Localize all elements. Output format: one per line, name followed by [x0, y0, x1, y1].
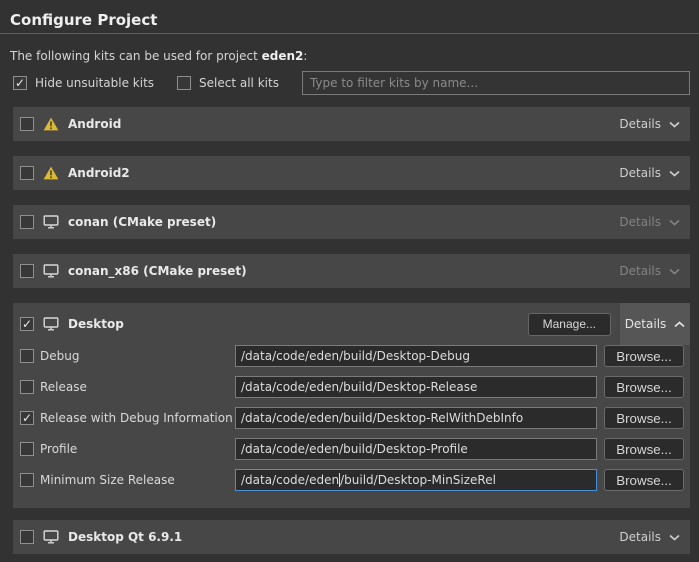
build-config-row-profile: Profile /data/code/eden/build/Desktop-Pr… [20, 438, 690, 460]
build-config-label: Release [20, 380, 235, 394]
intro-suffix: : [303, 49, 307, 63]
manage-kits-button[interactable]: Manage... [528, 313, 611, 336]
build-config-name: Release [40, 380, 87, 394]
details-label: Details [619, 166, 661, 180]
kit-filter-bar: ✓ Hide unsuitable kits Select all kits [13, 71, 690, 95]
build-config-checkbox[interactable] [20, 442, 34, 456]
build-dir-input[interactable]: /data/code/eden/build/Desktop-Debug [235, 345, 597, 367]
kit-row-android: Android Details [13, 107, 690, 141]
details-button[interactable]: Details [609, 156, 690, 190]
chevron-down-icon [669, 530, 680, 544]
details-button[interactable]: Details [609, 520, 690, 554]
details-button: Details [609, 254, 690, 288]
build-dir-input[interactable]: /data/code/eden/build/Desktop-RelWithDeb… [235, 407, 597, 429]
build-config-name: Debug [40, 349, 79, 363]
kit-checkbox[interactable] [20, 530, 34, 544]
details-button: Details [609, 205, 690, 239]
details-label: Details [619, 215, 661, 229]
checkbox-label: Hide unsuitable kits [35, 76, 154, 90]
browse-button[interactable]: Browse... [604, 407, 684, 429]
kit-name: Android [68, 117, 121, 131]
details-label: Details [619, 530, 661, 544]
build-dir-value: /data/code/eden/build/Desktop-Release [241, 380, 477, 394]
browse-button[interactable]: Browse... [604, 438, 684, 460]
build-config-row-debug: Debug /data/code/eden/build/Desktop-Debu… [20, 345, 690, 367]
build-dir-input[interactable]: /data/code/eden/build/Desktop-Profile [235, 438, 597, 460]
kit-name: Desktop [68, 317, 124, 331]
build-dir-value: /data/code/eden/build/Desktop-Debug [241, 349, 470, 363]
chevron-down-icon [669, 264, 680, 278]
build-config-name: Minimum Size Release [40, 473, 175, 487]
build-dir-input[interactable]: /data/code/eden/build/Desktop-Release [235, 376, 597, 398]
details-label: Details [619, 117, 661, 131]
build-dir-value: /build/Desktop-MinSizeRel [340, 473, 496, 487]
kit-row-desktop-qt: Desktop Qt 6.9.1 Details [13, 520, 690, 554]
build-config-label: ✓ Release with Debug Information [20, 411, 235, 425]
browse-button[interactable]: Browse... [604, 345, 684, 367]
build-dir-value: /data/code/eden/build/Desktop-Profile [241, 442, 468, 456]
desktop-icon [43, 317, 59, 331]
details-button[interactable]: Details [609, 107, 690, 141]
build-config-label: Profile [20, 442, 235, 456]
build-config-row-relwithdebinfo: ✓ Release with Debug Information /data/c… [20, 407, 690, 429]
intro-prefix: The following kits can be used for proje… [10, 49, 262, 63]
chevron-down-icon [669, 117, 680, 131]
desktop-icon [43, 215, 59, 229]
build-config-name: Release with Debug Information [40, 411, 233, 425]
project-name: eden2 [262, 49, 304, 63]
kit-checkbox[interactable] [20, 264, 34, 278]
build-config-checkbox[interactable]: ✓ [20, 411, 34, 425]
checkbox-label: Select all kits [199, 76, 279, 90]
build-dir-input-focused[interactable]: /data/code/eden/build/Desktop-MinSizeRel [235, 469, 597, 491]
chevron-up-icon [674, 317, 685, 331]
build-config-label: Debug [20, 349, 235, 363]
hide-unsuitable-kits-checkbox[interactable]: ✓ Hide unsuitable kits [13, 76, 154, 90]
intro-text: The following kits can be used for proje… [10, 49, 689, 63]
details-label: Details [625, 317, 667, 331]
chevron-down-icon [669, 166, 680, 180]
build-config-name: Profile [40, 442, 77, 456]
kit-checkbox[interactable] [20, 215, 34, 229]
build-config-checkbox[interactable] [20, 349, 34, 363]
details-label: Details [619, 264, 661, 278]
kit-name: Desktop Qt 6.9.1 [68, 530, 182, 544]
kit-list: Android Details Android2 Details conan (… [13, 107, 690, 554]
desktop-icon [43, 530, 59, 544]
kit-checkbox[interactable]: ✓ [20, 317, 34, 331]
warning-icon [43, 117, 59, 131]
select-all-kits-checkbox[interactable]: Select all kits [177, 76, 279, 90]
build-config-row-release: Release /data/code/eden/build/Desktop-Re… [20, 376, 690, 398]
build-config-checkbox[interactable] [20, 380, 34, 394]
kit-row-conan-x86: conan_x86 (CMake preset) Details [13, 254, 690, 288]
browse-button[interactable]: Browse... [604, 469, 684, 491]
details-button[interactable]: Details [620, 303, 690, 345]
page-title: Configure Project [0, 0, 699, 33]
build-config-label: Minimum Size Release [20, 473, 235, 487]
build-config-checkbox[interactable] [20, 473, 34, 487]
title-separator [0, 33, 699, 34]
build-dir-value: /data/code/eden/build/Desktop-RelWithDeb… [241, 411, 523, 425]
kit-checkbox[interactable] [20, 166, 34, 180]
warning-icon [43, 166, 59, 180]
kit-name: conan (CMake preset) [68, 215, 216, 229]
kit-row-conan: conan (CMake preset) Details [13, 205, 690, 239]
build-dir-value: /data/code/eden [241, 473, 339, 487]
build-config-row-minsizerel: Minimum Size Release /data/code/eden/bui… [20, 469, 690, 491]
checkbox-box[interactable] [177, 76, 191, 90]
kit-name: Android2 [68, 166, 130, 180]
kit-row-desktop: ✓ Desktop Manage... Details [13, 303, 690, 345]
kit-checkbox[interactable] [20, 117, 34, 131]
kit-name: conan_x86 (CMake preset) [68, 264, 247, 278]
chevron-down-icon [669, 215, 680, 229]
kit-row-android2: Android2 Details [13, 156, 690, 190]
kit-filter-input[interactable] [302, 71, 690, 95]
desktop-icon [43, 264, 59, 278]
kit-section-desktop: ✓ Desktop Manage... Details Debug /data/… [13, 303, 690, 508]
browse-button[interactable]: Browse... [604, 376, 684, 398]
checkbox-box[interactable]: ✓ [13, 76, 27, 90]
